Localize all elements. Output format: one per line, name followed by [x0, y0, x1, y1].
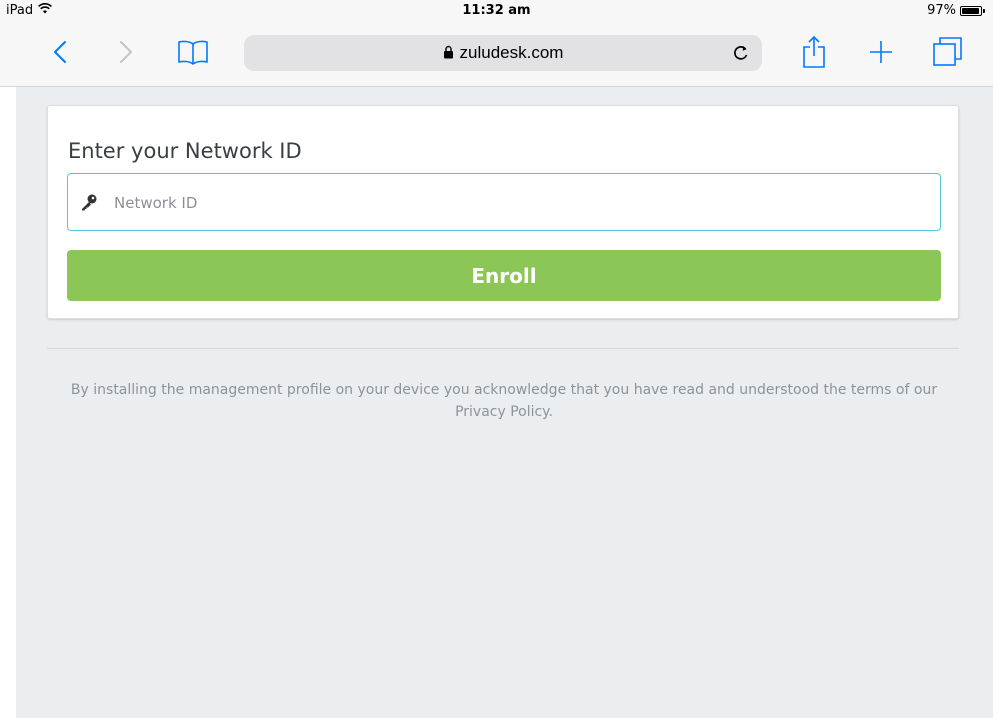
- privacy-disclaimer: By installing the management profile on …: [70, 382, 938, 420]
- battery-fill: [962, 7, 980, 14]
- new-tab-button[interactable]: [863, 34, 899, 70]
- network-id-input[interactable]: [112, 184, 916, 222]
- page-content: Enter your Network ID Enroll By installi…: [16, 87, 993, 718]
- reload-button[interactable]: [730, 42, 752, 64]
- share-button[interactable]: [796, 34, 832, 70]
- status-right: 97%: [927, 3, 985, 18]
- enroll-button[interactable]: Enroll: [67, 250, 941, 301]
- status-bar: iPad 11:32 am 97%: [0, 0, 993, 22]
- battery-percentage: 97%: [927, 3, 956, 18]
- address-bar[interactable]: zuludesk.com: [244, 35, 762, 71]
- form-title: Enter your Network ID: [68, 139, 302, 163]
- forward-button[interactable]: [108, 34, 144, 70]
- plus-icon: [870, 41, 892, 63]
- enroll-card: Enter your Network ID Enroll: [47, 105, 959, 319]
- status-time: 11:32 am: [462, 3, 531, 18]
- tabs-icon: [933, 37, 962, 66]
- browser-toolbar: zuludesk.com: [0, 22, 993, 87]
- lock-icon: [443, 44, 454, 64]
- key-icon: [80, 193, 98, 215]
- chevron-right-icon: [120, 41, 132, 63]
- share-icon: [803, 35, 825, 68]
- bookmarks-button[interactable]: [175, 34, 211, 70]
- back-button[interactable]: [42, 34, 78, 70]
- chevron-left-icon: [54, 41, 66, 63]
- network-id-field[interactable]: [67, 173, 941, 231]
- divider: [47, 348, 959, 349]
- address-display: zuludesk.com: [244, 43, 762, 64]
- tabs-button[interactable]: [930, 34, 966, 70]
- book-icon: [178, 40, 208, 65]
- reload-icon: [734, 46, 748, 60]
- battery-icon: [960, 5, 985, 16]
- url-text: zuludesk.com: [459, 43, 564, 62]
